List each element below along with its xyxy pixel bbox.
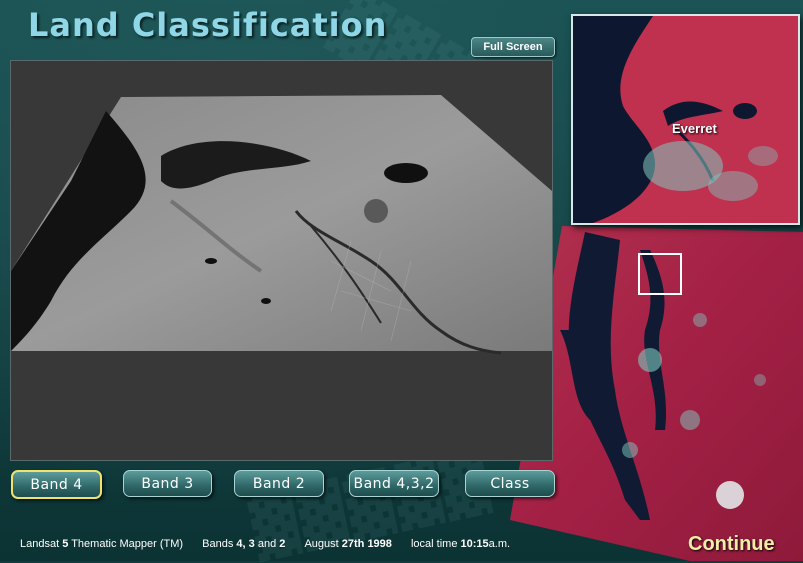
time-info: local time 10:15a.m. [410,538,511,550]
band-432-button[interactable]: Band 4,3,2 [349,470,439,497]
continue-button[interactable]: Continue [688,533,775,556]
locator-rectangle [638,253,682,295]
place-label: Everret [672,121,717,136]
bands-info: Bands 4, 3 and 2 [202,538,286,550]
inset-map: Everret [571,14,800,225]
page-title: Land Classification [28,6,388,44]
band-2-button[interactable]: Band 2 [234,470,324,497]
terrain-viewport[interactable] [10,60,553,461]
band-3-button[interactable]: Band 3 [123,470,212,497]
full-screen-button[interactable]: Full Screen [471,37,555,57]
sensor-info: Landsat 5 Thematic Mapper (TM) [20,538,184,550]
band-4-button[interactable]: Band 4 [11,470,102,499]
terrain-3d-image [11,95,552,355]
class-button[interactable]: Class [465,470,555,497]
footer-info: Landsat 5 Thematic Mapper (TM) Bands 4, … [20,538,510,552]
inset-satellite-image [573,16,798,223]
date-info: August 27th 1998 [304,538,392,550]
